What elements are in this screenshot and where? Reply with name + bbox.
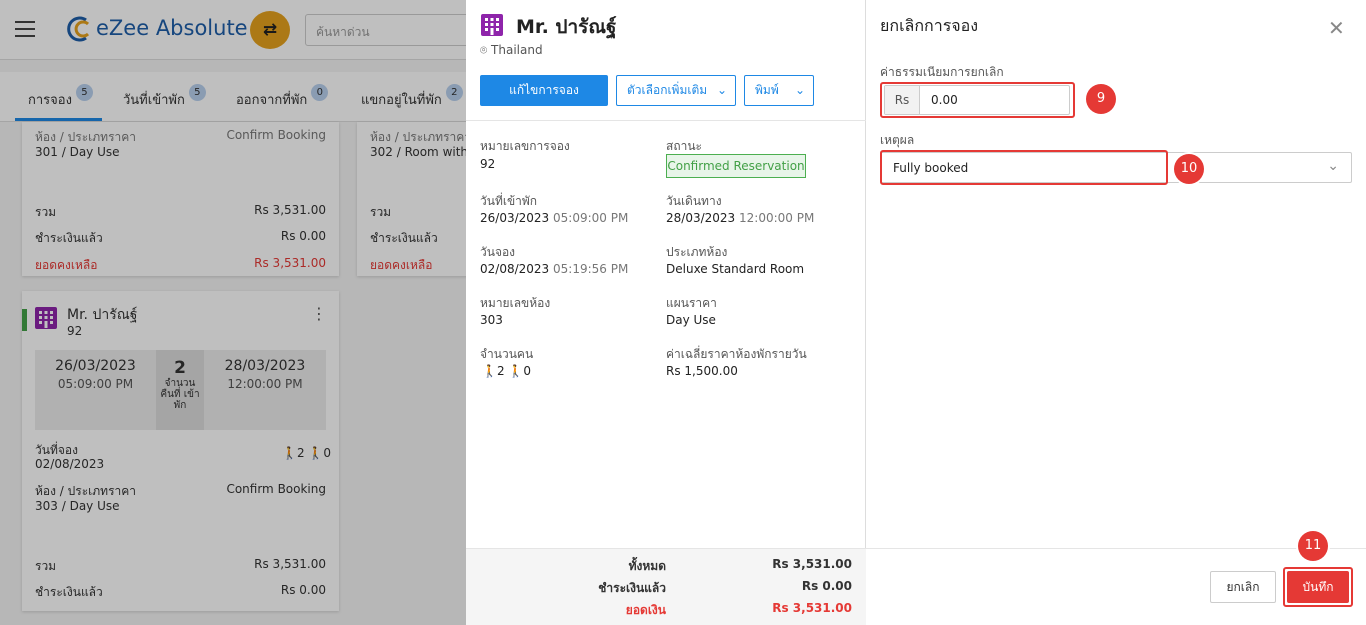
- paid-label: ชำระเงินแล้ว: [598, 581, 666, 595]
- highlight-box: [1283, 567, 1353, 607]
- room-no-label: หมายเลขห้อง: [480, 296, 551, 310]
- step-marker: 10: [1174, 154, 1204, 184]
- balance-label: ยอดเงิน: [625, 603, 666, 617]
- departure-date: 28/03/2023: [666, 211, 736, 225]
- child-count: 0: [523, 364, 532, 378]
- total-label: ทั้งหมด: [628, 559, 666, 573]
- chevron-down-icon: ⌄: [1327, 158, 1339, 174]
- booking-no-value: 92: [480, 157, 496, 171]
- panel-title: ยกเลิกการจอง: [880, 16, 979, 35]
- print-label: พิมพ์: [755, 83, 779, 97]
- arrival-label: วันที่เข้าพัก: [480, 194, 538, 208]
- guest-name: Mr. ปารัณฐ์: [516, 16, 617, 38]
- edit-booking-button[interactable]: แก้ไขการจอง: [480, 75, 608, 106]
- close-icon[interactable]: ✕: [1328, 16, 1345, 40]
- paid-value: Rs 0.00: [801, 579, 852, 593]
- guest-location: ⌾ Thailand: [480, 43, 543, 58]
- chevron-down-icon: ⌄: [794, 83, 805, 97]
- hotel-icon: [481, 14, 503, 36]
- highlight-box: [880, 150, 1168, 185]
- avg-rate-label: ค่าเฉลี่ยราคาห้องพักรายวัน: [666, 347, 807, 361]
- rate-plan-label: แผนราคา: [666, 296, 717, 310]
- balance-row: ยอดเงิน Rs 3,531.00: [480, 601, 852, 620]
- guest-country: Thailand: [491, 43, 543, 57]
- total-value: Rs 3,531.00: [772, 557, 852, 571]
- status-badge: Confirmed Reservation: [666, 154, 806, 178]
- booked-value: 02/08/2023 05:19:56 PM: [480, 262, 628, 276]
- total-row: ทั้งหมด Rs 3,531.00: [480, 557, 852, 576]
- arrival-date: 26/03/2023: [480, 211, 550, 225]
- booked-label: วันจอง: [480, 245, 516, 259]
- pax-label: จำนวนคน: [480, 347, 534, 361]
- booked-time: 05:19:56 PM: [553, 262, 629, 276]
- departure-label: วันเดินทาง: [666, 194, 722, 208]
- step-marker: 11: [1298, 531, 1328, 561]
- room-no-value: 303: [480, 313, 503, 327]
- fee-label: ค่าธรรมเนียมการยกเลิก: [880, 65, 1004, 79]
- divider: [866, 548, 1366, 549]
- rate-plan-value: Day Use: [666, 313, 716, 327]
- adult-icon: 🚶: [482, 364, 497, 378]
- balance-value: Rs 3,531.00: [772, 601, 852, 615]
- reason-label: เหตุผล: [880, 133, 915, 147]
- booking-no-label: หมายเลขการจอง: [480, 139, 570, 153]
- room-type-value: Deluxe Standard Room: [666, 262, 805, 276]
- more-options-button[interactable]: ตัวเลือกเพิ่มเติม ⌄: [616, 75, 736, 106]
- cancel-button[interactable]: ยกเลิก: [1210, 571, 1276, 603]
- divider: [466, 120, 866, 121]
- print-button[interactable]: พิมพ์ ⌄: [744, 75, 814, 106]
- background-dashboard: eZee Absolute ⇄ ค้นหาด่วน การจอง5 วันที่…: [0, 0, 466, 625]
- location-pin-icon: ⌾: [480, 43, 488, 57]
- arrival-time: 05:09:00 PM: [553, 211, 629, 225]
- room-type-label: ประเภทห้อง: [666, 245, 728, 259]
- paid-row: ชำระเงินแล้ว Rs 0.00: [480, 579, 852, 598]
- modal-backdrop[interactable]: [0, 0, 466, 625]
- arrival-value: 26/03/2023 05:09:00 PM: [480, 211, 628, 225]
- highlight-box: [880, 82, 1075, 118]
- pax-value: 🚶2 🚶0: [482, 364, 531, 378]
- more-options-label: ตัวเลือกเพิ่มเติม: [627, 83, 708, 97]
- departure-value: 28/03/2023 12:00:00 PM: [666, 211, 814, 225]
- booked-date: 02/08/2023: [480, 262, 550, 276]
- step-marker: 9: [1086, 84, 1116, 114]
- adult-count: 2: [496, 364, 505, 378]
- avg-rate-value: Rs 1,500.00: [666, 364, 738, 378]
- child-icon: 🚶: [508, 364, 524, 378]
- departure-time: 12:00:00 PM: [739, 211, 815, 225]
- chevron-down-icon: ⌄: [716, 83, 727, 97]
